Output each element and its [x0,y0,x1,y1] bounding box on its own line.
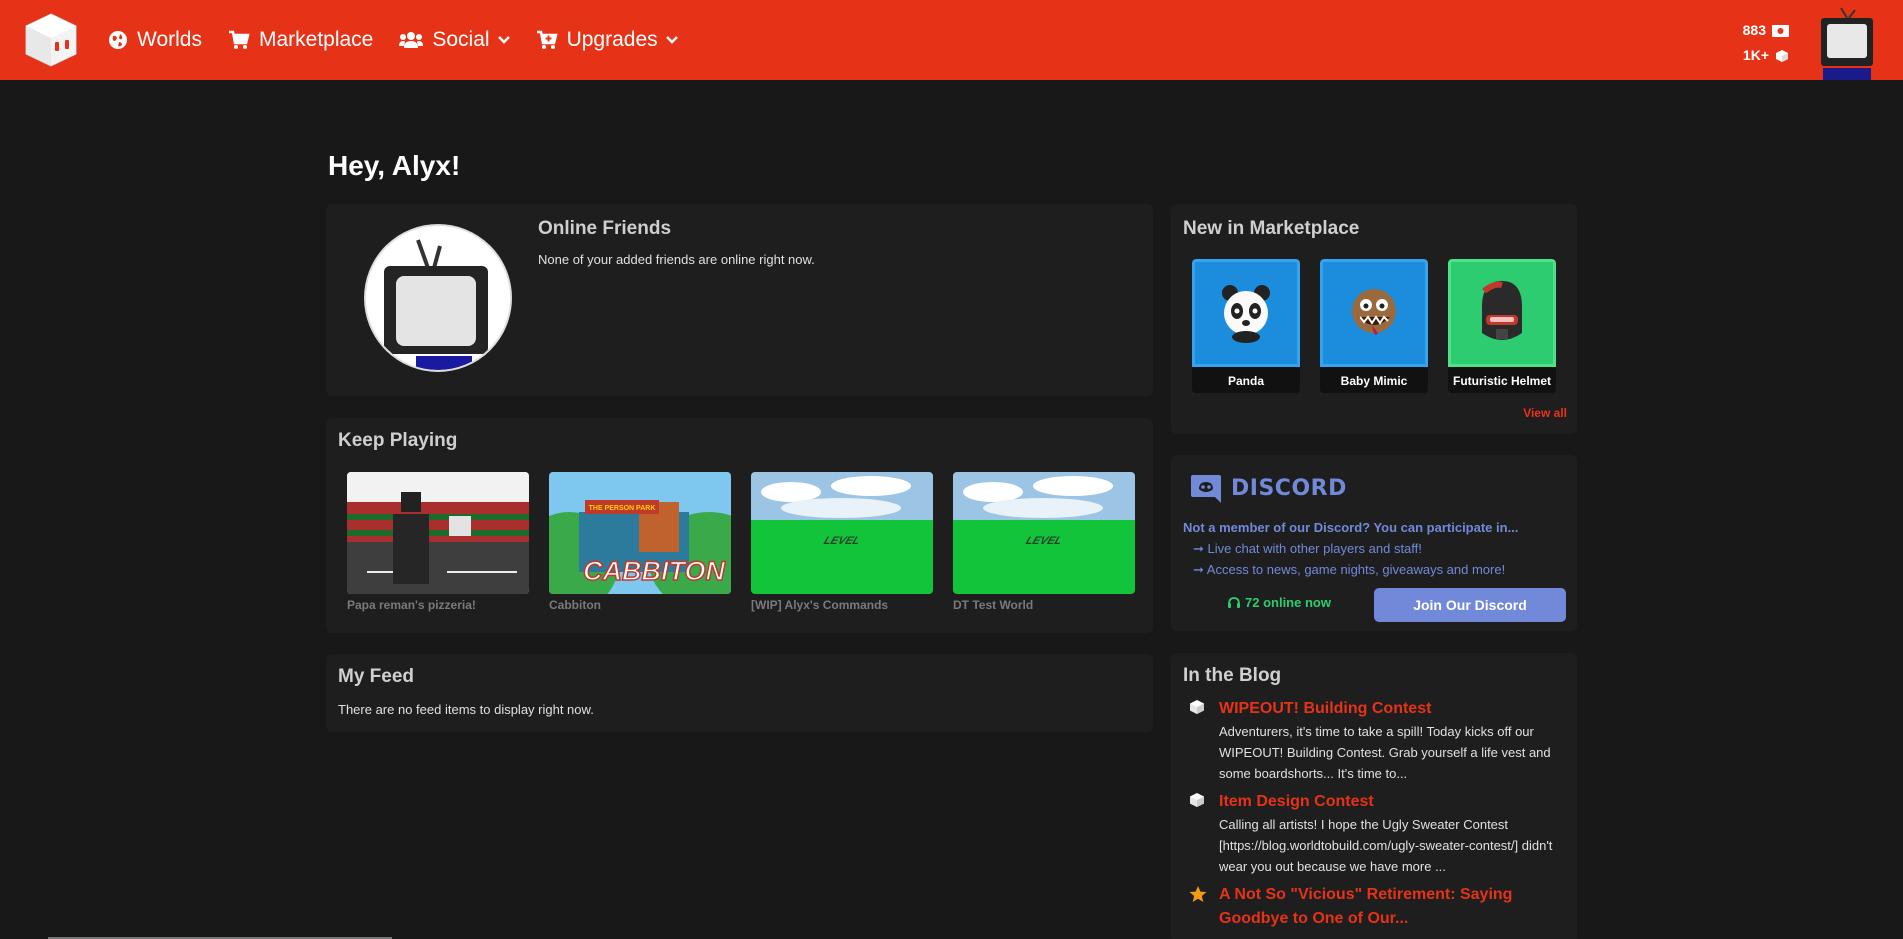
view-all-link[interactable]: View all [1523,406,1567,420]
blog-title: In the Blog [1183,665,1282,686]
game-thumbnail: LEVEL [953,472,1135,594]
join-discord-button[interactable]: Join Our Discord [1374,588,1566,622]
game-thumbnail [347,472,529,594]
blog-card: In the Blog WIPEOUT! Building Contest Ad… [1171,653,1577,939]
game-card[interactable]: THE PERSON PARK CABBITON Cabbiton [549,472,731,612]
marketplace-item[interactable]: Futuristic Helmet [1448,259,1556,393]
item-thumbnail [1192,259,1300,367]
users-icon [399,32,424,48]
new-in-marketplace-card: New in Marketplace Panda Baby Mimic Futu… [1171,204,1577,434]
game-card[interactable]: LEVEL [WIP] Alyx's Commands [751,472,933,612]
game-name: [WIP] Alyx's Commands [751,598,889,612]
blog-post-title[interactable]: Item Design Contest [1219,790,1567,814]
star-icon [1189,886,1207,902]
discord-logo: DISCORD [1189,471,1347,505]
blog-post-excerpt: Adventurers, it's time to take a spill! … [1219,724,1551,781]
online-friends-title: Online Friends [538,218,672,239]
blog-post: Item Design Contest Calling all artists!… [1189,790,1567,877]
nav-marketplace[interactable]: Marketplace [228,28,373,52]
item-thumbnail [1320,259,1428,367]
discord-online-count: 72 online now [1227,595,1331,610]
cube-icon [1776,49,1788,62]
cube-icon [1190,700,1204,714]
money-icon [1772,24,1789,37]
bucks-amount: 883 [1742,22,1766,38]
profile-avatar[interactable] [364,224,512,372]
game-name: Cabbiton [549,598,601,612]
cart-icon [228,30,250,49]
cart-plus-icon [536,30,558,49]
thumb-level-text: LEVEL [822,535,862,547]
discord-bullet: ➞ Live chat with other players and staff… [1193,541,1422,556]
keep-playing-title: Keep Playing [338,430,458,451]
blog-post: A Not So "Vicious" Retirement: Saying Go… [1189,883,1567,931]
cube-icon [1190,793,1204,807]
nav-worlds[interactable]: Worlds [108,28,202,52]
discord-icon [1191,475,1221,503]
nav-social[interactable]: Social [399,28,510,52]
nav-upgrades[interactable]: Upgrades [536,28,678,52]
blog-post-title[interactable]: WIPEOUT! Building Contest [1219,697,1567,721]
game-thumbnail: THE PERSON PARK CABBITON [549,472,731,594]
globe-icon [109,31,127,49]
site-logo[interactable] [24,12,78,68]
blog-post: WIPEOUT! Building Contest Adventurers, i… [1189,697,1567,784]
game-card[interactable]: Papa reman's pizzeria! [347,472,529,612]
user-avatar[interactable] [1813,6,1879,80]
currency-display[interactable]: 883 1K+ [1743,18,1789,68]
discord-lead: Not a member of our Discord? You can par… [1183,520,1519,535]
my-feed-empty: There are no feed items to display right… [338,702,594,717]
bits-amount: 1K+ [1742,47,1769,63]
blog-post-title[interactable]: A Not So "Vicious" Retirement: Saying Go… [1219,883,1567,931]
chevron-down-icon [497,36,510,44]
game-thumbnail: LEVEL [751,472,933,594]
thumb-sign-text: THE PERSON PARK [589,505,656,512]
discord-wordmark: DISCORD [1231,475,1347,501]
blog-post-excerpt: Calling all artists! I hope the Ugly Swe… [1219,817,1553,874]
item-name: Panda [1227,374,1264,388]
game-card[interactable]: LEVEL DT Test World [953,472,1135,612]
nav-social-label: Social [432,28,490,51]
discord-bullet: ➞ Access to news, game nights, giveaways… [1193,562,1506,577]
item-name: Futuristic Helmet [1452,374,1551,388]
my-feed-card: My Feed There are no feed items to displ… [326,654,1153,732]
discord-card: DISCORD Not a member of our Discord? You… [1171,455,1577,631]
game-name: DT Test World [953,598,1034,612]
thumb-level-text: LEVEL [1024,535,1064,547]
keep-playing-card: Keep Playing Papa reman's pizzeria! THE … [326,418,1153,633]
game-name: Papa reman's pizzeria! [347,598,476,612]
marketplace-item[interactable]: Baby Mimic [1320,259,1428,393]
chevron-down-icon [665,36,678,44]
item-name: Baby Mimic [1340,374,1408,388]
discord-online-text: 72 online now [1245,595,1331,610]
page-greeting: Hey, Alyx! [328,150,461,181]
marketplace-item[interactable]: Panda [1192,259,1300,393]
nav-worlds-label: Worlds [137,28,202,51]
thumb-logo-text: CABBITON [583,556,726,586]
item-thumbnail [1448,259,1556,367]
nav-marketplace-label: Marketplace [258,28,374,51]
online-friends-card: Online Friends None of your added friend… [326,204,1153,396]
marketplace-title: New in Marketplace [1183,218,1360,239]
nav-upgrades-label: Upgrades [566,28,658,51]
online-friends-empty: None of your added friends are online ri… [538,252,815,267]
headset-icon [1228,596,1240,608]
top-navbar: Worlds Marketplace Social Upgrades 883 1… [0,0,1903,80]
my-feed-title: My Feed [338,666,415,687]
